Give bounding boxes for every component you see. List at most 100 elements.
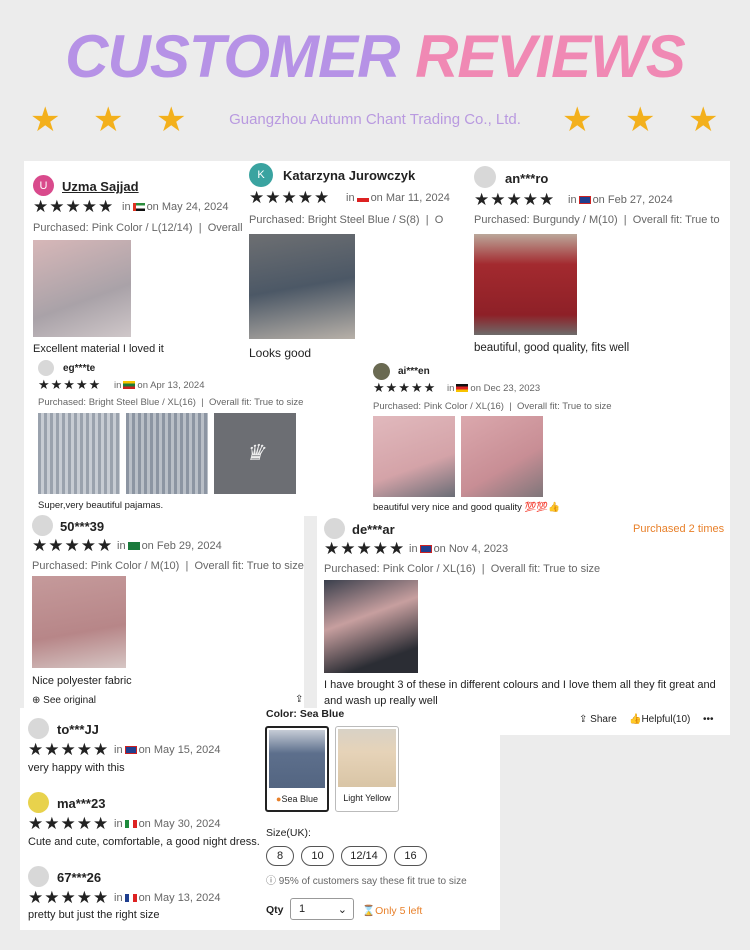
- review-date: on Mar 11, 2024: [370, 192, 450, 204]
- review-date: on Dec 23, 2023: [470, 383, 541, 394]
- avatar: U: [33, 175, 54, 196]
- more-options-button[interactable]: •••: [703, 714, 714, 725]
- flag-icon: [419, 545, 432, 554]
- color-option-light-yellow[interactable]: Light Yellow: [335, 726, 399, 812]
- purchased-info: Purchased: Pink Color / XL(16) | Overall…: [324, 563, 601, 575]
- in-label: in: [117, 540, 126, 552]
- purchased-info: Purchased: Pink Color / M(10) | Overall …: [32, 560, 304, 572]
- reviewer-name[interactable]: 67***26: [57, 870, 101, 885]
- review-date: on Apr 13, 2024: [137, 380, 205, 391]
- review-date: on May 15, 2024: [138, 744, 221, 756]
- review-text: I have brought 3 of these in different c…: [324, 679, 716, 691]
- flag-icon: [124, 894, 137, 903]
- globe-icon: ⊕: [32, 695, 41, 706]
- stock-warning: ⌛Only 5 left: [362, 905, 423, 917]
- reviewer-name[interactable]: Uzma Sajjad: [62, 179, 139, 194]
- see-original-link[interactable]: ⊕ See original: [32, 695, 96, 706]
- in-label: in: [447, 383, 455, 394]
- qty-select[interactable]: 1 ⌄: [290, 898, 354, 920]
- in-label: in: [122, 201, 131, 213]
- purchased-info: Purchased: Pink Color / XL(16) | Overall…: [373, 401, 612, 412]
- reviewer-name[interactable]: Katarzyna Jurowczyk: [283, 168, 415, 183]
- hourglass-icon: ⌛: [362, 905, 376, 917]
- reviewer-name[interactable]: 50***39: [60, 519, 104, 534]
- page-title: CUSTOMER REVIEWS: [65, 23, 686, 90]
- star-icon: ★: [562, 101, 593, 139]
- review-photo[interactable]: [249, 234, 355, 339]
- star-icon: ★: [625, 101, 656, 139]
- avatar: K: [249, 163, 273, 187]
- review-photo[interactable]: [324, 580, 418, 673]
- qty-label: Qty: [266, 904, 284, 916]
- fit-note: ⓘ 95% of customers say these fit true to…: [266, 876, 467, 887]
- flag-icon: [356, 194, 369, 203]
- flag-icon: [578, 196, 591, 205]
- review-text: Cute and cute, comfortable, a good night…: [28, 836, 260, 848]
- reviewer-name[interactable]: de***ar: [352, 522, 395, 537]
- review-photo[interactable]: [461, 416, 543, 497]
- star-icon: ★: [93, 101, 124, 139]
- avatar: [38, 360, 54, 376]
- thumbs-up-icon: 👍: [629, 714, 642, 725]
- review-photo[interactable]: [32, 576, 126, 668]
- review-photo[interactable]: [373, 416, 455, 497]
- size-option[interactable]: 12/14: [341, 846, 387, 866]
- rating-stars: ★★★★★: [474, 190, 556, 209]
- reviewer-name[interactable]: an***ro: [505, 171, 548, 186]
- review-photo[interactable]: [33, 240, 131, 337]
- review-photo[interactable]: [126, 413, 208, 494]
- in-label: in: [346, 192, 355, 204]
- rating-stars: ★★★★★: [32, 536, 114, 555]
- review-text: Nice polyester fabric: [32, 675, 132, 687]
- helpful-button[interactable]: 👍Helpful(10): [629, 714, 690, 725]
- rating-stars: ★★★★★: [249, 188, 331, 207]
- flag-icon: [132, 203, 145, 212]
- in-label: in: [114, 892, 123, 904]
- review-date: on Nov 4, 2023: [433, 543, 509, 555]
- size-option[interactable]: 8: [266, 846, 294, 866]
- review-photo[interactable]: [38, 413, 120, 494]
- review-date: on Feb 27, 2024: [592, 194, 673, 206]
- avatar: [28, 792, 49, 813]
- review-text: pretty but just the right size: [28, 909, 160, 921]
- flag-icon: [124, 820, 137, 829]
- review-text: very happy with this: [28, 762, 125, 774]
- avatar: [32, 515, 53, 536]
- reviewer-name[interactable]: to***JJ: [57, 722, 99, 737]
- size-option[interactable]: 10: [301, 846, 334, 866]
- purchased-info: Purchased: Pink Color / L(12/14) | Overa…: [33, 222, 243, 234]
- purchased-info: Purchased: Bright Steel Blue / XL(16) | …: [38, 397, 304, 408]
- color-option-label: Light Yellow: [343, 793, 391, 803]
- flag-icon: [124, 746, 137, 755]
- share-icon[interactable]: ⇪: [295, 694, 303, 705]
- review-text: beautiful, good quality, fits well: [474, 342, 630, 354]
- review-photo[interactable]: ♛: [214, 413, 296, 494]
- review-date: on May 13, 2024: [138, 892, 221, 904]
- star-icon: ★: [688, 101, 719, 139]
- purchased-info: Purchased: Burgundy / M(10) | Overall fi…: [474, 214, 720, 226]
- color-option-sea-blue[interactable]: ●Sea Blue: [265, 726, 329, 812]
- swatch-image: [338, 729, 396, 787]
- reviewer-name[interactable]: eg***te: [63, 363, 95, 374]
- flag-icon: [456, 384, 469, 393]
- review-text: and wash up really well: [324, 695, 438, 707]
- rating-stars: ★★★★★: [38, 377, 102, 392]
- review-photo[interactable]: [474, 234, 577, 335]
- in-label: in: [409, 543, 418, 555]
- reviewer-name[interactable]: ma***23: [57, 796, 105, 811]
- in-label: in: [114, 818, 123, 830]
- purchase-badge: Purchased 2 times: [633, 523, 725, 535]
- review-text: Super,very beautiful pajamas.: [38, 500, 164, 511]
- swatch-image: [269, 730, 325, 788]
- reviewer-name[interactable]: ai***en: [398, 366, 430, 377]
- star-icon: ★: [30, 101, 61, 139]
- review-text: beautiful very nice and good quality 💯💯👍: [373, 502, 561, 513]
- rating-stars: ★★★★★: [33, 197, 115, 216]
- avatar: [373, 363, 390, 380]
- rating-stars: ★★★★★: [373, 380, 437, 395]
- avatar: [28, 866, 49, 887]
- size-option[interactable]: 16: [394, 846, 427, 866]
- size-label: Size(UK):: [266, 827, 311, 839]
- share-button[interactable]: ⇪ Share: [579, 714, 617, 725]
- avatar: [474, 166, 496, 188]
